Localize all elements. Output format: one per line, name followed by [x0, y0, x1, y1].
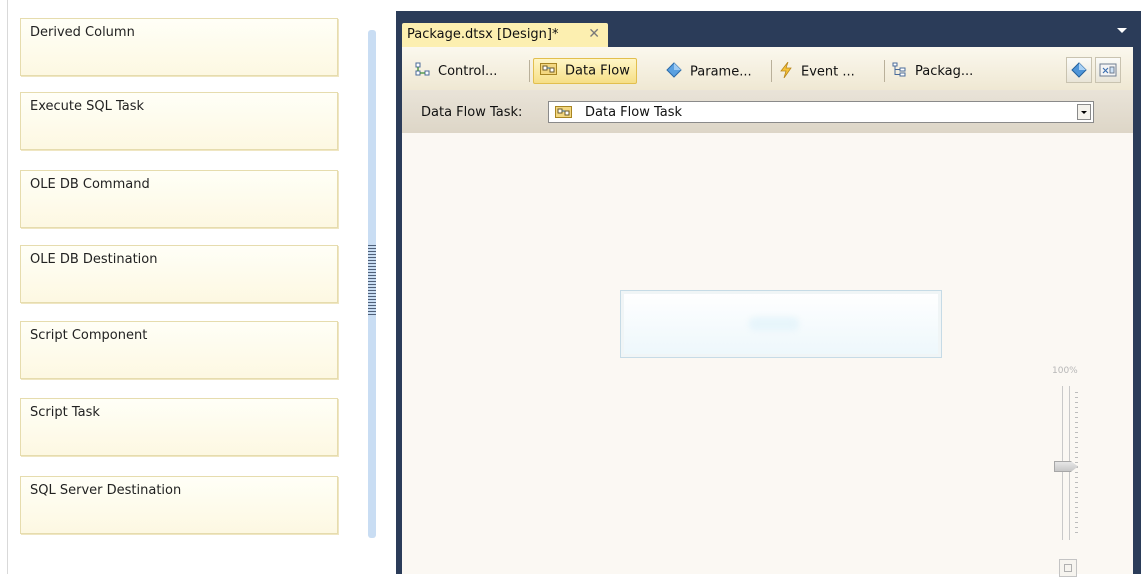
package-explorer-icon: [892, 62, 907, 81]
tab-data-flow-label: Data Flow: [565, 63, 630, 79]
tab-parameters[interactable]: Parame...: [666, 58, 752, 84]
data-flow-task-icon: [555, 105, 572, 123]
tab-package-explorer[interactable]: Packag...: [892, 58, 973, 84]
palette-item-ole-db-command[interactable]: OLE DB Command: [20, 170, 338, 228]
tab-data-flow[interactable]: Data Flow: [533, 58, 637, 84]
palette-item-label: SQL Server Destination: [30, 483, 182, 498]
document-tab-title: Package.dtsx [Design]*: [407, 27, 559, 42]
tab-package-explorer-label: Packag...: [915, 64, 974, 79]
data-flow-task-selected-value: Data Flow Task: [585, 105, 683, 120]
tab-event-handlers[interactable]: Event ...: [779, 58, 855, 84]
component-drop-zone[interactable]: [620, 290, 942, 358]
close-icon[interactable]: ✕: [588, 26, 600, 42]
palette-item-label: Execute SQL Task: [30, 99, 145, 114]
tab-separator: [529, 60, 530, 82]
designer-tab-bar: Control... Data Flow Parame... Event ...…: [402, 47, 1133, 90]
control-flow-icon: [415, 62, 430, 81]
tab-parameters-label: Parame...: [690, 64, 752, 80]
tab-separator: [771, 60, 772, 82]
data-flow-task-label: Data Flow Task:: [421, 105, 523, 120]
tab-control-flow[interactable]: Control...: [415, 58, 497, 84]
designer-content: Control... Data Flow Parame... Event ...…: [402, 47, 1133, 577]
splitter-grip-handle[interactable]: [368, 245, 376, 315]
window-menu-dropdown-icon[interactable]: [1117, 28, 1127, 33]
tab-event-handlers-label: Event ...: [801, 64, 855, 80]
palette-item-label: Derived Column: [30, 25, 135, 40]
palette-item-execute-sql-task[interactable]: Execute SQL Task: [20, 92, 338, 150]
palette-item-sql-server-destination[interactable]: SQL Server Destination: [20, 476, 338, 534]
palette-item-label: Script Component: [30, 328, 148, 343]
palette-item-script-component[interactable]: Script Component: [20, 321, 338, 379]
data-flow-task-select[interactable]: Data Flow Task: [548, 101, 1094, 123]
variables-button[interactable]: [1066, 57, 1092, 83]
zoom-level-label: 100%: [1052, 366, 1078, 376]
zoom-slider-ticks: [1075, 392, 1078, 536]
palette-item-label: OLE DB Command: [30, 177, 150, 192]
data-flow-task-row: Data Flow Task: Data Flow Task: [402, 90, 1133, 133]
tab-separator: [884, 60, 885, 82]
palette-item-derived-column[interactable]: Derived Column: [20, 18, 338, 76]
data-flow-design-surface[interactable]: 100%: [402, 133, 1133, 577]
data-flow-icon: [540, 62, 557, 80]
zoom-to-fit-icon[interactable]: [1059, 559, 1077, 577]
event-handlers-icon: [779, 61, 793, 82]
chevron-down-icon[interactable]: [1077, 104, 1091, 120]
toolbox-icon: [1099, 61, 1117, 83]
palette-item-label: OLE DB Destination: [30, 252, 158, 267]
variables-icon: [1071, 62, 1087, 82]
document-tab-package[interactable]: Package.dtsx [Design]* ✕: [402, 23, 608, 47]
toolbox-button[interactable]: [1095, 57, 1121, 83]
palette-item-ole-db-destination[interactable]: OLE DB Destination: [20, 245, 338, 303]
parameters-icon: [666, 62, 682, 82]
palette-item-label: Script Task: [30, 405, 100, 420]
tab-control-flow-label: Control...: [438, 64, 498, 79]
palette-item-script-task[interactable]: Script Task: [20, 398, 338, 456]
component-palette: Derived Column Execute SQL Task OLE DB C…: [0, 0, 380, 574]
package-designer-window: Package.dtsx [Design]* ✕ Control... Data…: [396, 11, 1141, 577]
